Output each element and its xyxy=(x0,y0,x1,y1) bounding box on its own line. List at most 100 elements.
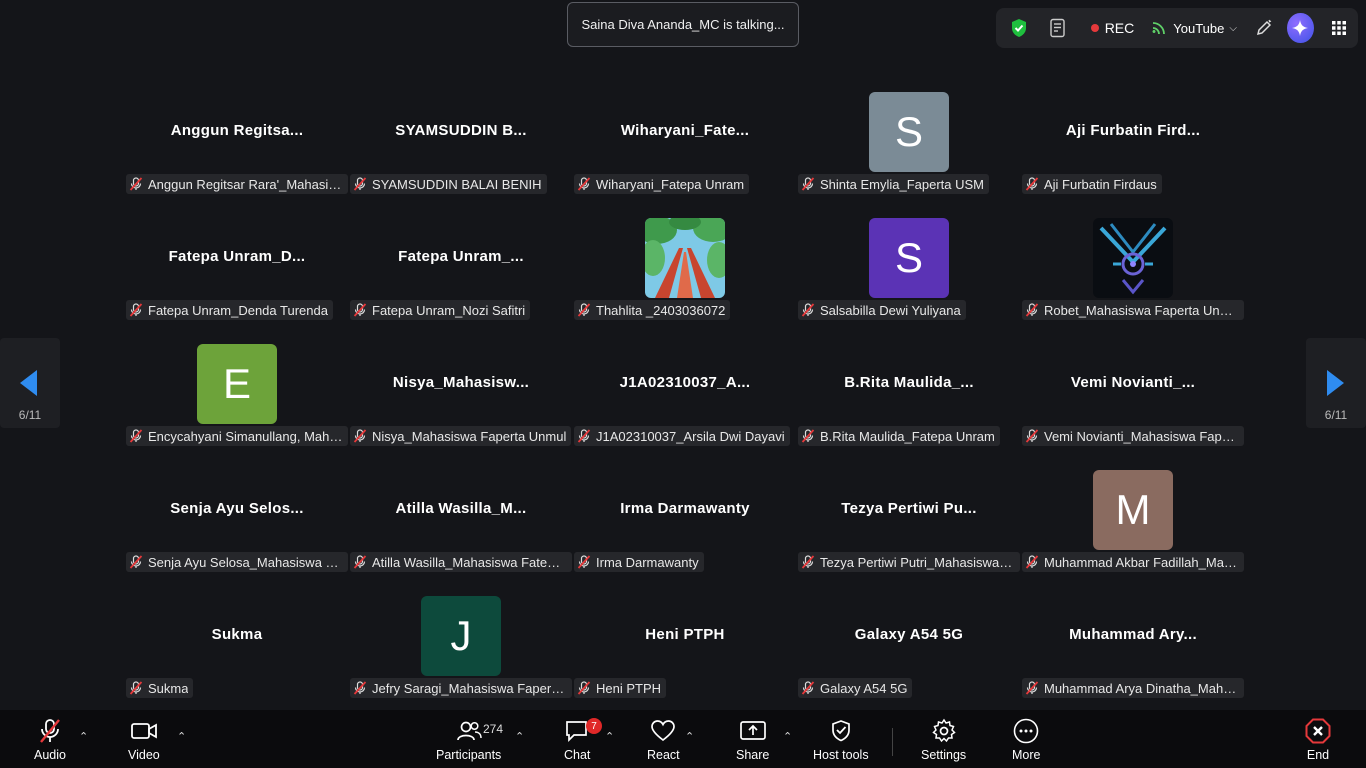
participant-name-label: Heni PTPH xyxy=(574,678,667,698)
participant-tile[interactable]: Vemi Novianti_... Vemi Novianti_Mahasiswa… xyxy=(1022,344,1244,464)
react-options-caret[interactable]: ⌃ xyxy=(685,730,694,743)
participant-tile[interactable]: SYAMSUDDIN B... SYAMSUDDIN BALAI BENIH xyxy=(350,92,572,212)
participant-avatar: S xyxy=(869,218,949,298)
share-button[interactable]: Share xyxy=(736,718,769,762)
transcript-icon[interactable] xyxy=(1044,12,1070,44)
participant-display-name: SYAMSUDDIN B... xyxy=(395,122,527,139)
participant-tile[interactable]: Wiharyani_Fate... Wiharyani_Fatepa Unram xyxy=(574,92,796,212)
participant-tile[interactable]: Irma Darmawanty Irma Darmawanty xyxy=(574,470,796,590)
muted-mic-icon xyxy=(38,718,62,744)
end-meeting-button[interactable]: End xyxy=(1305,718,1331,762)
recording-indicator[interactable]: REC xyxy=(1090,12,1135,44)
chat-button[interactable]: 7 Chat xyxy=(564,718,602,762)
participant-tile[interactable]: Fatepa Unram_D... Fatepa Unram_Denda Ture… xyxy=(126,218,348,338)
participant-tile[interactable]: Aji Furbatin Fird... Aji Furbatin Firdaus xyxy=(1022,92,1244,212)
participant-tile[interactable]: Tezya Pertiwi Pu... Tezya Pertiwi Putri_M… xyxy=(798,470,1020,590)
chat-label: Chat xyxy=(564,748,591,762)
muted-mic-icon xyxy=(129,681,143,695)
participant-tile[interactable]: Thahlita _2403036072 xyxy=(574,218,796,338)
apps-grid-icon[interactable] xyxy=(1326,12,1352,44)
react-label: React xyxy=(647,748,680,762)
participant-full-name: Jefry Saragi_Mahasiswa Faperta ... xyxy=(372,680,567,696)
participant-full-name: Sukma xyxy=(148,680,189,696)
chat-options-caret[interactable]: ⌃ xyxy=(605,730,614,743)
end-label: End xyxy=(1306,748,1330,762)
participant-avatar: J xyxy=(421,596,501,676)
participant-tile[interactable]: Fatepa Unram_... Fatepa Unram_Nozi Safitr… xyxy=(350,218,572,338)
arrow-right-icon xyxy=(1327,370,1344,396)
video-options-caret[interactable]: ⌃ xyxy=(177,730,186,743)
participant-tile[interactable]: J Jefry Saragi_Mahasiswa Faperta ... xyxy=(350,596,572,716)
participant-full-name: Muhammad Arya Dinatha_Maha... xyxy=(1044,680,1239,696)
participant-tile[interactable]: Nisya_Mahasisw... Nisya_Mahasiswa Faperta… xyxy=(350,344,572,464)
host-tools-button[interactable]: Host tools xyxy=(813,718,869,762)
participant-avatar xyxy=(645,218,725,298)
participant-tile[interactable]: Anggun Regitsa... Anggun Regitsar Rara'_M… xyxy=(126,92,348,212)
participant-display-name: Muhammad Ary... xyxy=(1069,626,1197,643)
participant-display-name: Galaxy A54 5G xyxy=(854,626,964,643)
participant-name-label: Salsabilla Dewi Yuliyana xyxy=(798,300,966,320)
muted-mic-icon xyxy=(801,555,815,569)
muted-mic-icon xyxy=(801,429,815,443)
participant-full-name: Robet_Mahasiswa Faperta Unmul xyxy=(1044,302,1239,318)
participant-tile[interactable]: Senja Ayu Selos... Senja Ayu Selosa_Mahas… xyxy=(126,470,348,590)
participant-full-name: Atilla Wasilla_Mahasiswa Fatepa ... xyxy=(372,554,567,570)
annotate-icon[interactable] xyxy=(1251,12,1277,44)
share-options-caret[interactable]: ⌃ xyxy=(783,730,792,743)
livestream-label: YouTube xyxy=(1173,20,1225,36)
participant-tile[interactable]: Galaxy A54 5G Galaxy A54 5G xyxy=(798,596,1020,716)
participant-tile[interactable]: E Encycahyani Simanullang, Mahas... xyxy=(126,344,348,464)
participant-name-label: Nisya_Mahasiswa Faperta Unmul xyxy=(350,426,572,446)
participant-full-name: Shinta Emylia_Faperta USM xyxy=(820,176,985,192)
participants-count: 274 xyxy=(483,722,504,736)
participant-tile[interactable]: Heni PTPH Heni PTPH xyxy=(574,596,796,716)
participant-full-name: Senja Ayu Selosa_Mahasiswa Fat... xyxy=(148,554,343,570)
heart-icon xyxy=(650,718,676,744)
next-page-button[interactable]: 6/11 xyxy=(1306,338,1366,428)
participant-tile[interactable]: S Shinta Emylia_Faperta USM xyxy=(798,92,1020,212)
top-controls-bar: REC YouTube ⌵ xyxy=(996,8,1358,48)
participant-tile[interactable]: S Salsabilla Dewi Yuliyana xyxy=(798,218,1020,338)
audio-label: Audio xyxy=(34,748,66,762)
participant-tile[interactable]: Atilla Wasilla_M... Atilla Wasilla_Mahasi… xyxy=(350,470,572,590)
livestream-selector[interactable]: YouTube ⌵ xyxy=(1152,12,1237,44)
participant-name-label: Irma Darmawanty xyxy=(574,552,704,572)
muted-mic-icon xyxy=(577,177,591,191)
participant-display-name: B.Rita Maulida_... xyxy=(844,374,974,391)
muted-mic-icon xyxy=(1025,555,1039,569)
participant-display-name: Nisya_Mahasisw... xyxy=(392,374,530,391)
react-button[interactable]: React xyxy=(647,718,680,762)
active-speaker-banner: Saina Diva Ananda_MC is talking... xyxy=(567,2,799,47)
participant-name-label: Senja Ayu Selosa_Mahasiswa Fat... xyxy=(126,552,348,572)
gear-icon xyxy=(931,718,957,744)
participant-tile[interactable]: J1A02310037_A... J1A02310037_Arsila Dwi D… xyxy=(574,344,796,464)
security-shield-icon[interactable] xyxy=(1006,12,1032,44)
participant-tile[interactable]: Robet_Mahasiswa Faperta Unmul xyxy=(1022,218,1244,338)
participants-icon xyxy=(456,718,482,744)
participant-name-label: Aji Furbatin Firdaus xyxy=(1022,174,1162,194)
audio-options-caret[interactable]: ⌃ xyxy=(79,730,88,743)
participant-tile[interactable]: Muhammad Ary... Muhammad Arya Dinatha_Mah… xyxy=(1022,596,1244,716)
participant-display-name: Wiharyani_Fate... xyxy=(620,122,750,139)
ai-companion-icon[interactable] xyxy=(1287,13,1314,43)
previous-page-button[interactable]: 6/11 xyxy=(0,338,60,428)
participant-avatar: M xyxy=(1093,470,1173,550)
participants-options-caret[interactable]: ⌃ xyxy=(515,730,524,743)
participant-name-label: Shinta Emylia_Faperta USM xyxy=(798,174,990,194)
participant-display-name: Fatepa Unram_... xyxy=(398,248,524,265)
participant-tile[interactable]: Sukma Sukma xyxy=(126,596,348,716)
video-button[interactable]: Video xyxy=(128,718,160,762)
share-screen-icon xyxy=(739,718,767,744)
audio-button[interactable]: Audio xyxy=(34,718,66,762)
recording-label: REC xyxy=(1104,20,1135,36)
participant-tile[interactable]: M Muhammad Akbar Fadillah_Mah... xyxy=(1022,470,1244,590)
muted-mic-icon xyxy=(577,681,591,695)
more-button[interactable]: More xyxy=(1012,718,1040,762)
participant-full-name: Galaxy A54 5G xyxy=(820,680,908,696)
muted-mic-icon xyxy=(353,429,367,443)
muted-mic-icon xyxy=(577,555,591,569)
page-indicator: 6/11 xyxy=(18,408,42,422)
participant-tile[interactable]: B.Rita Maulida_... B.Rita Maulida_Fatepa … xyxy=(798,344,1020,464)
participant-avatar: S xyxy=(869,92,949,172)
settings-button[interactable]: Settings xyxy=(921,718,966,762)
